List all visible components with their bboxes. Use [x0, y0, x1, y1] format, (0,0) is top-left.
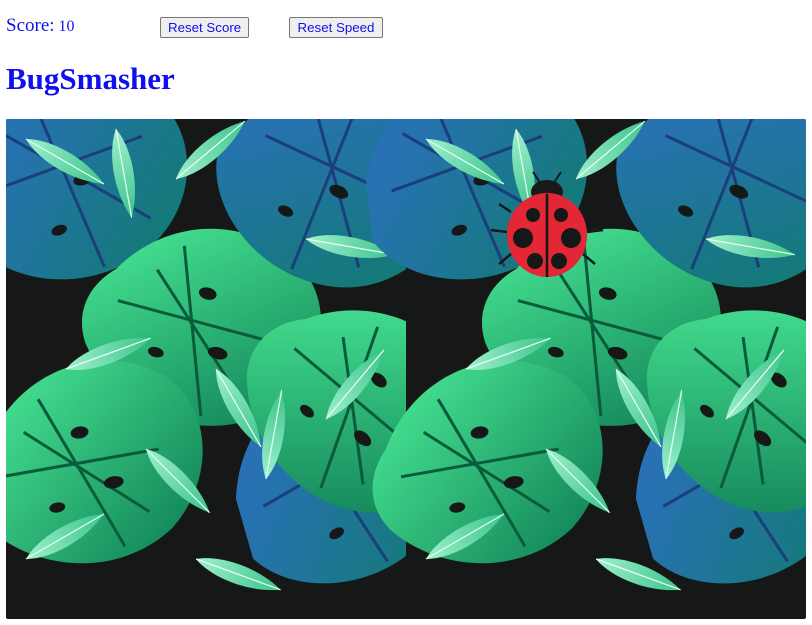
jungle-background: [6, 119, 806, 619]
top-bar: Score: 10 Reset Score Reset Speed: [0, 0, 812, 52]
reset-speed-button[interactable]: Reset Speed: [289, 17, 383, 38]
score-value: 10: [58, 18, 75, 35]
score-display: Score: 10: [6, 14, 75, 39]
score-label: Score:: [6, 15, 55, 36]
game-canvas[interactable]: [6, 119, 806, 619]
reset-score-button[interactable]: Reset Score: [160, 17, 249, 38]
page-title: BugSmasher: [6, 61, 175, 96]
